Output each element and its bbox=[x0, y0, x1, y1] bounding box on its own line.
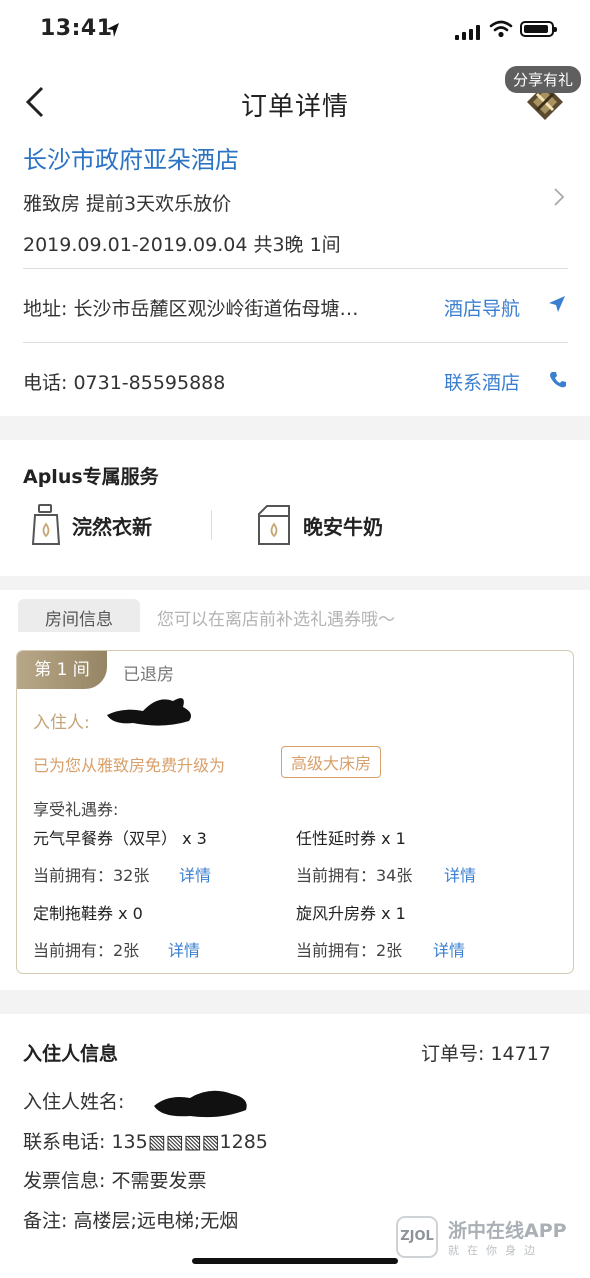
hotel-navigation-link[interactable]: 酒店导航 bbox=[444, 294, 520, 321]
coupon-detail-link[interactable]: 详情 bbox=[433, 937, 465, 961]
location-arrow-icon bbox=[107, 23, 119, 37]
contact-hotel-link[interactable]: 联系酒店 bbox=[444, 368, 520, 395]
tab-room-info[interactable]: 房间信息 bbox=[18, 599, 140, 632]
status-bar: 13:41 bbox=[0, 0, 590, 62]
nav-bar: 订单详情 bbox=[0, 62, 590, 140]
divider bbox=[23, 268, 568, 269]
phone-icon[interactable] bbox=[549, 371, 567, 389]
coupon-detail-link[interactable]: 详情 bbox=[168, 937, 200, 961]
status-time: 13:41 bbox=[40, 16, 113, 41]
watermark-logo: ZJOL 浙中在线APP 就在你身边 bbox=[396, 1216, 580, 1264]
service-label: 浣然衣新 bbox=[72, 514, 152, 539]
room-status: 已退房 bbox=[123, 665, 174, 685]
milk-carton-icon bbox=[258, 505, 290, 545]
upgrade-text: 已为您从雅致房免费升级为 bbox=[33, 756, 226, 775]
room-type[interactable]: 雅致房 提前3天欢乐放价 bbox=[23, 189, 231, 216]
hotel-phone: 电话: 0731-85595888 bbox=[23, 372, 226, 394]
coupon-owned-count: 当前拥有：34张 bbox=[296, 866, 413, 885]
battery-icon bbox=[520, 21, 557, 37]
hotel-address: 地址: 长沙市岳麓区观沙岭街道佑母塘… bbox=[23, 298, 359, 320]
invoice-info: 发票信息: 不需要发票 bbox=[23, 1170, 207, 1192]
home-indicator[interactable] bbox=[192, 1258, 398, 1264]
divider bbox=[23, 342, 568, 343]
coupon-hint: 您可以在离店前补选礼遇券哦～ bbox=[157, 610, 395, 630]
coupon-late-checkout: 任性延时券 x 1 bbox=[296, 829, 406, 848]
upgrade-room-badge: 高级大床房 bbox=[281, 746, 382, 778]
service-item-milk[interactable]: 晚安牛奶 bbox=[255, 504, 383, 546]
signal-icon bbox=[455, 24, 480, 40]
tab-label: 房间信息 bbox=[45, 610, 113, 630]
coupon-owned-count: 当前拥有：2张 bbox=[33, 941, 140, 960]
coupon-breakfast: 元气早餐券（双早） x 3 bbox=[33, 829, 207, 848]
coupon-room-upgrade: 旋风升房券 x 1 bbox=[296, 904, 406, 923]
guest-name-label: 入住人姓名: bbox=[23, 1091, 125, 1113]
coupon-slippers: 定制拖鞋券 x 0 bbox=[33, 904, 143, 923]
hotel-name[interactable]: 长沙市政府亚朵酒店 bbox=[23, 140, 239, 175]
watermark-title: 浙中在线APP bbox=[448, 1220, 567, 1242]
order-number: 订单号: 14717 bbox=[421, 1043, 551, 1065]
watermark-icon: ZJOL bbox=[396, 1216, 438, 1258]
page-title: 订单详情 bbox=[240, 92, 349, 122]
detergent-bottle-icon bbox=[31, 504, 61, 545]
chevron-right-icon[interactable] bbox=[553, 187, 565, 213]
redaction-scribble bbox=[154, 1090, 247, 1118]
share-button[interactable]: 分享有礼 bbox=[505, 66, 582, 93]
coupon-owned-count: 当前拥有：2张 bbox=[296, 941, 403, 960]
coupon-detail-link[interactable]: 详情 bbox=[179, 862, 211, 886]
coupon-owned-count: 当前拥有：32张 bbox=[33, 866, 150, 885]
watermark-logo-text: ZJOL bbox=[400, 1229, 434, 1244]
hotel-section: 长沙市政府亚朵酒店 雅致房 提前3天欢乐放价 2019.09.01-2019.0… bbox=[0, 140, 590, 416]
aplus-services-section: Aplus专属服务 浣然衣新 晚安牛奶 bbox=[0, 440, 590, 576]
divider bbox=[211, 510, 212, 540]
wifi-icon bbox=[489, 20, 513, 38]
service-item-laundry[interactable]: 浣然衣新 bbox=[30, 504, 152, 546]
watermark-subtitle: 就在你身边 bbox=[448, 1244, 543, 1257]
guest-phone: 联系电话: 135▧▧▧▧1285 bbox=[23, 1131, 268, 1153]
guest-remark: 备注: 高楼层;远电梯;无烟 bbox=[23, 1210, 239, 1232]
coupon-section-label: 享受礼遇券: bbox=[33, 800, 119, 819]
room-number-tag: 第 1 间 bbox=[17, 651, 107, 689]
aplus-title: Aplus专属服务 bbox=[23, 466, 159, 488]
navigation-arrow-icon[interactable] bbox=[548, 295, 566, 313]
room-card: 第 1 间 已退房 入住人: 已为您从雅致房免费升级为 高级大床房 享受礼遇券:… bbox=[16, 650, 574, 974]
coupon-detail-link[interactable]: 详情 bbox=[444, 862, 476, 886]
stay-dates: 2019.09.01-2019.09.04 共3晚 1间 bbox=[23, 234, 341, 256]
guest-label: 入住人: bbox=[33, 713, 90, 733]
guest-info-title: 入住人信息 bbox=[23, 1043, 119, 1065]
room-info-section: 房间信息 您可以在离店前补选礼遇券哦～ 第 1 间 已退房 入住人: 已为您从雅… bbox=[0, 590, 590, 990]
service-label: 晚安牛奶 bbox=[303, 514, 383, 539]
redaction-scribble bbox=[107, 698, 191, 726]
